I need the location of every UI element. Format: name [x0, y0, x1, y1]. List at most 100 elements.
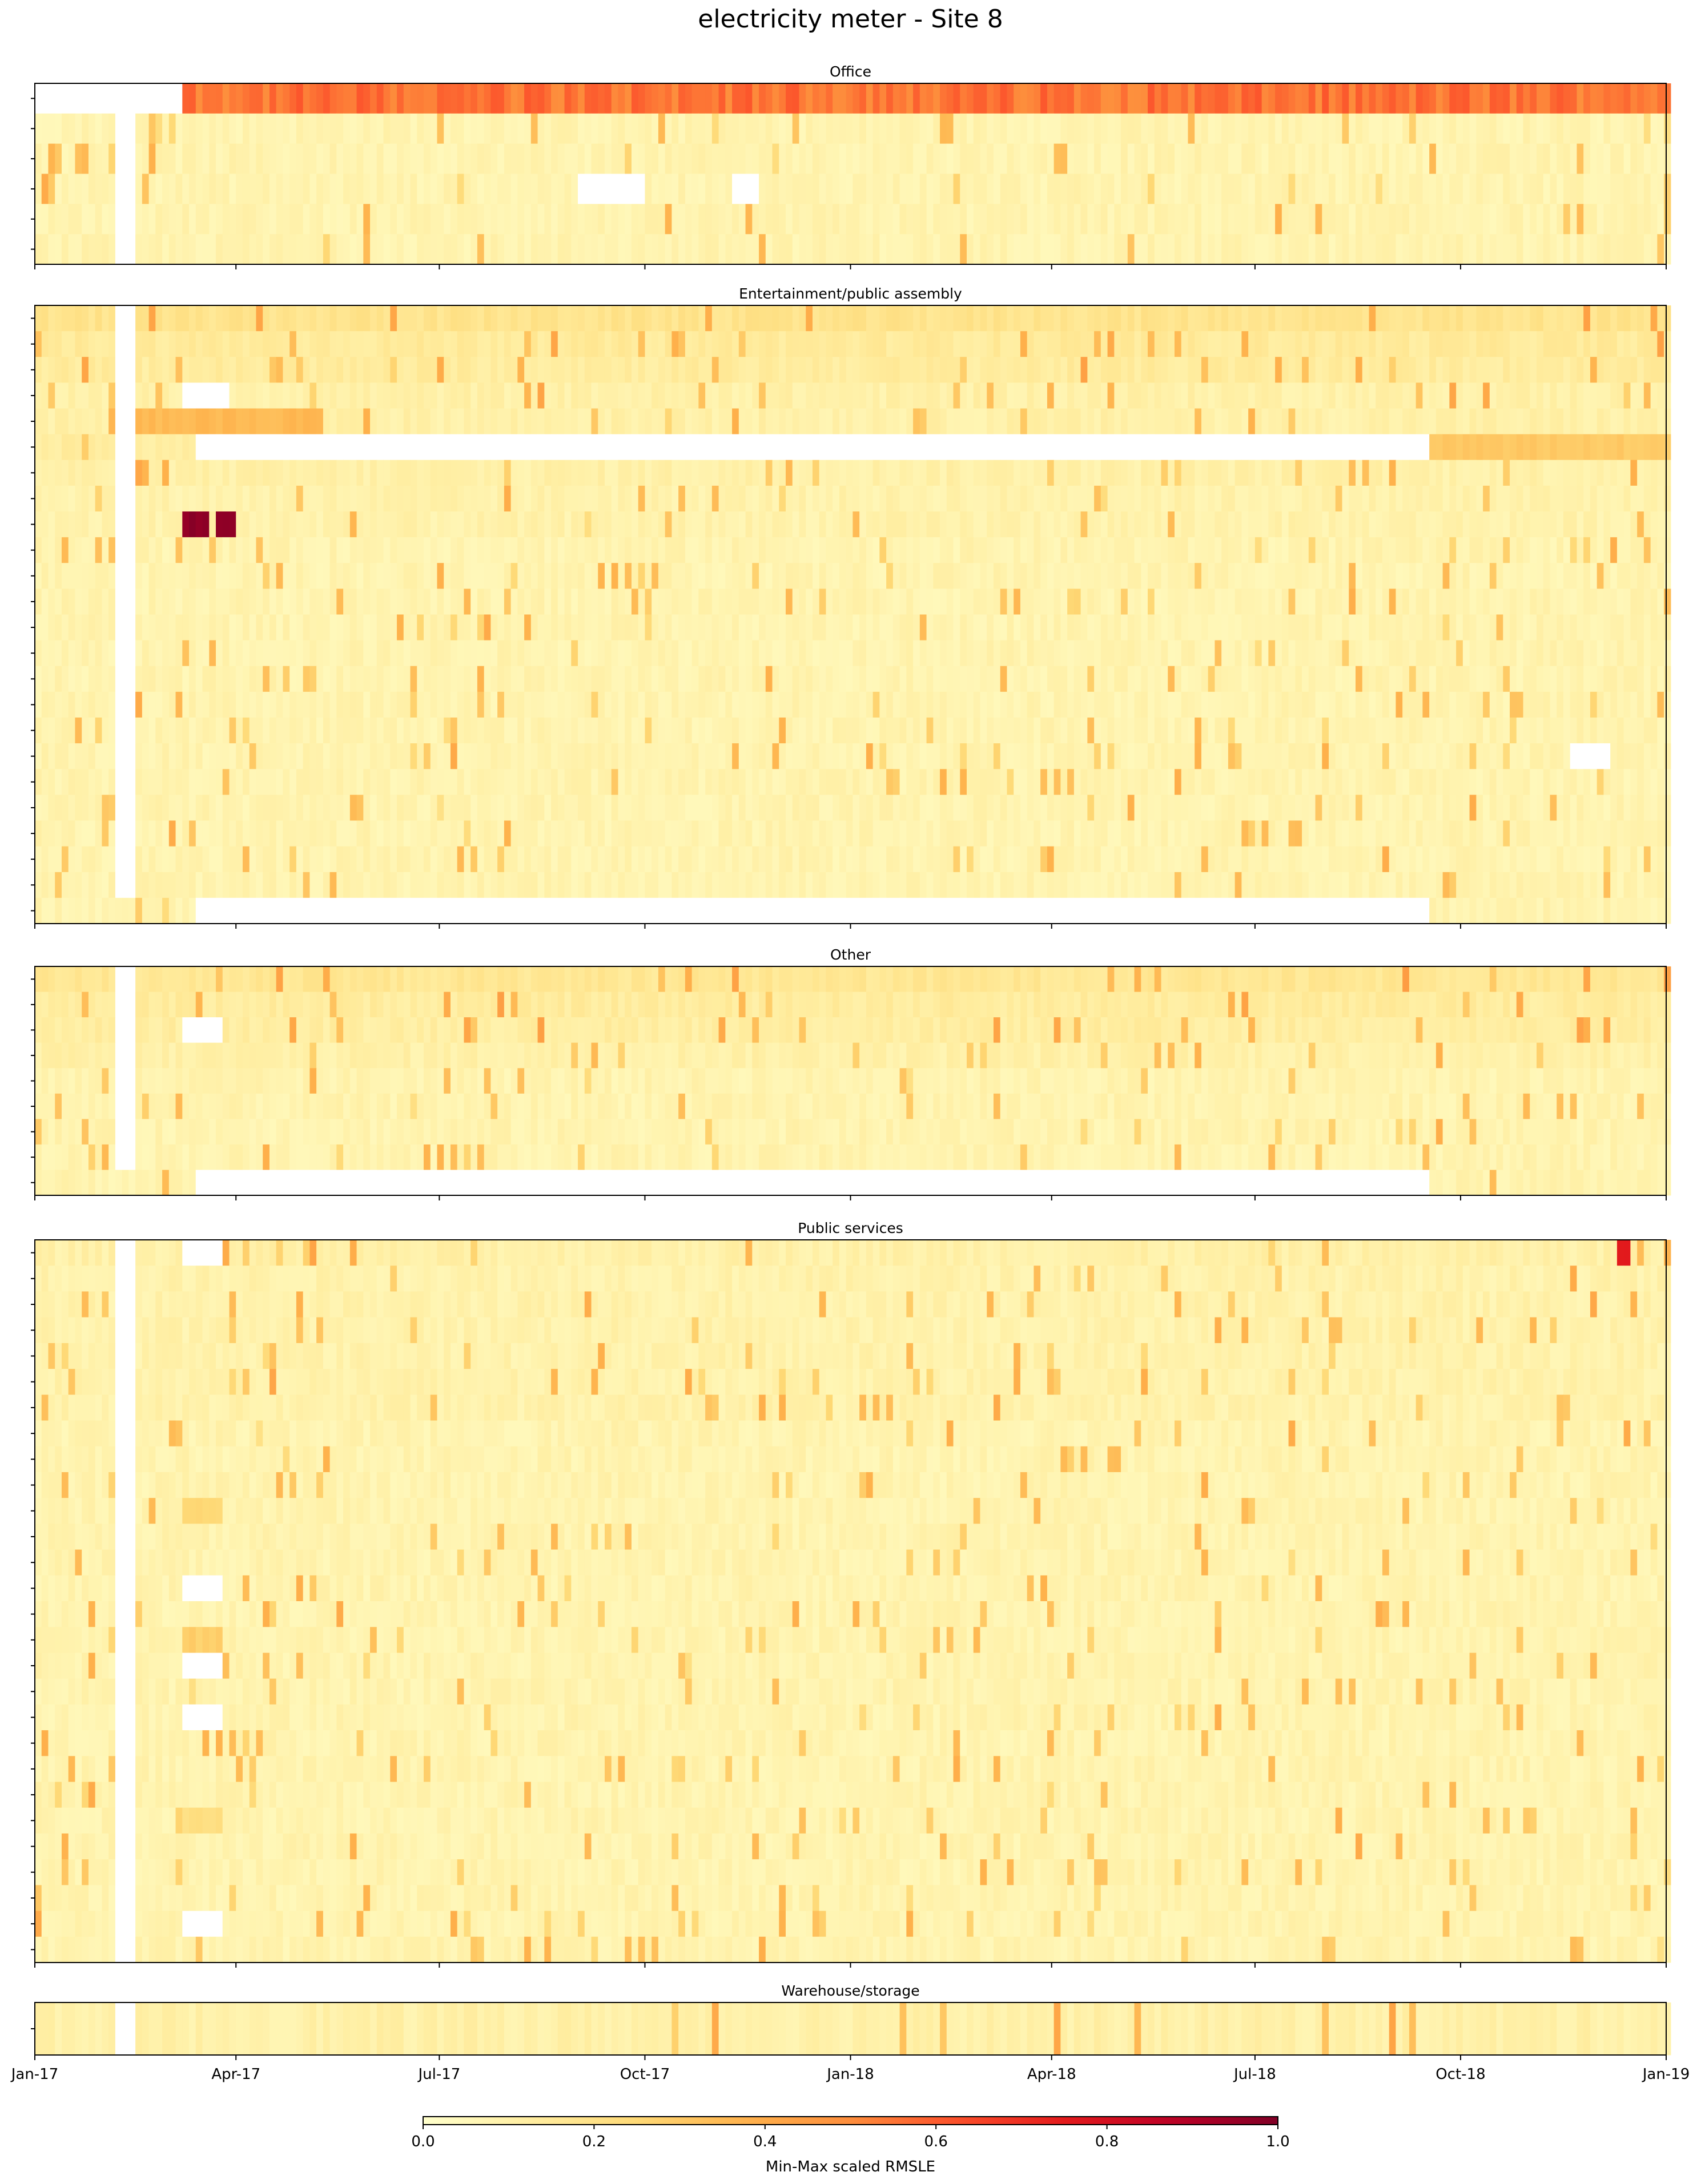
heatmap-cell: [216, 537, 223, 563]
heatmap-cell: [765, 204, 773, 235]
heatmap-cell: [933, 174, 940, 204]
heatmap-cell: [1174, 434, 1182, 461]
heatmap-cell: [725, 83, 733, 114]
heatmap-cell: [652, 485, 659, 512]
heatmap-cell: [564, 485, 572, 512]
heatmap-cell: [1402, 83, 1410, 114]
heatmap-cell: [799, 83, 806, 114]
heatmap-cell: [229, 434, 236, 461]
heatmap-cell: [410, 434, 417, 461]
heatmap-cell: [403, 382, 411, 409]
heatmap-cell: [484, 408, 491, 435]
heatmap-cell: [826, 511, 833, 538]
heatmap-cell: [1121, 640, 1128, 667]
heatmap-cell: [1557, 305, 1564, 332]
heatmap-cell: [471, 174, 478, 204]
heatmap-cell: [1060, 174, 1068, 204]
heatmap-cell: [678, 460, 686, 486]
heatmap-cell: [189, 174, 196, 204]
heatmap-cell: [1315, 382, 1322, 409]
heatmap-cell: [1221, 234, 1229, 265]
heatmap-cell: [1376, 234, 1383, 265]
heatmap-cell: [1148, 640, 1155, 667]
heatmap-cell: [786, 434, 793, 461]
heatmap-cell: [329, 83, 337, 114]
heatmap-cell: [236, 357, 243, 383]
heatmap-cell: [155, 234, 163, 265]
heatmap-cell: [249, 614, 257, 641]
heatmap-cell: [430, 83, 438, 114]
heatmap-cell: [356, 143, 364, 174]
heatmap-cell: [370, 537, 377, 563]
heatmap-cell: [1275, 408, 1282, 435]
heatmap-cell: [705, 113, 713, 144]
heatmap-cell: [1610, 143, 1618, 174]
heatmap-cell: [1335, 614, 1343, 641]
heatmap-cell: [705, 382, 713, 409]
heatmap-cell: [1597, 331, 1605, 357]
heatmap-cell: [1462, 563, 1470, 589]
heatmap-cell: [1315, 143, 1322, 174]
heatmap-cell: [1577, 174, 1584, 204]
heatmap-cell: [61, 204, 69, 235]
heatmap-cell: [1510, 113, 1517, 144]
heatmap-cell: [598, 83, 605, 114]
heatmap-cell: [457, 511, 465, 538]
heatmap-cell: [772, 408, 779, 435]
heatmap-cell: [417, 666, 424, 692]
heatmap-cell: [1462, 589, 1470, 615]
heatmap-cell: [765, 537, 773, 563]
heatmap-cell: [390, 666, 397, 692]
heatmap-cell: [490, 83, 498, 114]
heatmap-cell: [1121, 614, 1128, 641]
heatmap-cell: [866, 460, 874, 486]
heatmap-cell: [102, 511, 109, 538]
heatmap-cell: [1027, 614, 1035, 641]
heatmap-cell: [316, 357, 324, 383]
heatmap-cell: [819, 305, 827, 332]
heatmap-cell: [430, 537, 438, 563]
heatmap-cell: [309, 408, 317, 435]
heatmap-cell: [1362, 563, 1370, 589]
heatmap-cell: [1094, 83, 1101, 114]
heatmap-cell: [1590, 204, 1598, 235]
heatmap-cell: [1583, 382, 1591, 409]
heatmap-cell: [1060, 640, 1068, 667]
heatmap-cell: [1356, 485, 1363, 512]
heatmap-cell: [759, 113, 766, 144]
heatmap-cell: [1014, 640, 1021, 667]
heatmap-cell: [711, 174, 719, 204]
heatmap-cell: [1630, 174, 1638, 204]
heatmap-cell: [41, 614, 49, 641]
heatmap-cell: [376, 589, 384, 615]
heatmap-cell: [82, 357, 89, 383]
heatmap-cell: [826, 234, 833, 265]
heatmap-cell: [1181, 143, 1189, 174]
heatmap-cell: [953, 382, 960, 409]
heatmap-cell: [410, 563, 417, 589]
heatmap-cell: [1248, 640, 1256, 667]
heatmap-cell: [1060, 331, 1068, 357]
heatmap-cell: [1087, 408, 1095, 435]
heatmap-cell: [1014, 485, 1021, 512]
heatmap-cell: [678, 589, 686, 615]
heatmap-cell: [967, 537, 974, 563]
heatmap-cell: [1664, 204, 1671, 235]
heatmap-cell: [752, 563, 759, 589]
heatmap-cell: [1543, 434, 1551, 461]
heatmap-cell: [430, 331, 438, 357]
heatmap-cell: [1020, 83, 1028, 114]
heatmap-cell: [1281, 640, 1289, 667]
heatmap-cell: [1228, 113, 1236, 144]
heatmap-cell: [1141, 204, 1148, 235]
heatmap-row: [35, 589, 1671, 615]
heatmap-cell: [919, 143, 927, 174]
heatmap-cell: [691, 640, 699, 667]
heatmap-cell: [1315, 174, 1322, 204]
heatmap-cell: [852, 357, 860, 383]
heatmap-cell: [162, 331, 170, 357]
heatmap-cell: [591, 204, 598, 235]
heatmap-cell: [1435, 143, 1443, 174]
heatmap-cell: [490, 589, 498, 615]
heatmap-cell: [671, 331, 679, 357]
